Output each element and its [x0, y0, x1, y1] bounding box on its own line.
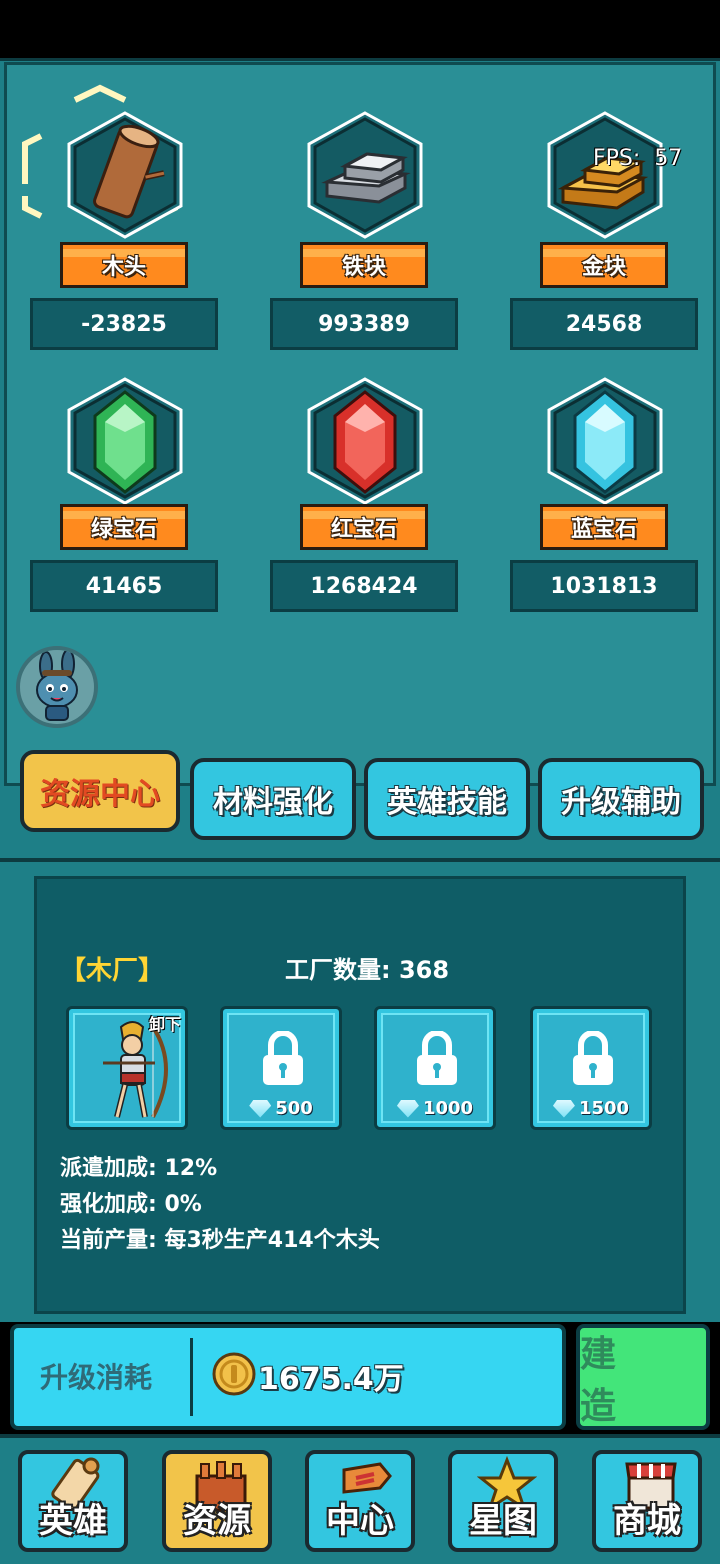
- nav-heroes[interactable]: 英雄: [18, 1450, 128, 1552]
- resource-name-badge: 蓝宝石: [540, 504, 668, 550]
- resource-name-badge: 绿宝石: [60, 504, 188, 550]
- resource-name-badge: 红宝石: [300, 504, 428, 550]
- game-screen: 木头 -23825 铁块 993389 金块 24568 FPS: 57 绿宝石…: [0, 0, 720, 1564]
- resource-amount: 1268424: [270, 560, 458, 612]
- tab-resource-center[interactable]: 资源中心: [20, 750, 180, 832]
- resource-iron[interactable]: 铁块 993389: [270, 84, 460, 350]
- unlock-cost: 500: [223, 1098, 339, 1119]
- diamond-icon: [552, 1099, 575, 1118]
- locked-slot[interactable]: 500: [220, 1006, 342, 1130]
- tab-material-enhance[interactable]: 材料强化: [190, 758, 356, 840]
- diamond-icon: [249, 1099, 272, 1118]
- build-button[interactable]: 建 造: [576, 1324, 710, 1430]
- ruby-icon: [305, 376, 425, 516]
- factory-count: 工厂数量: 368: [285, 956, 450, 984]
- resource-amount: 24568: [510, 298, 698, 350]
- nav-center[interactable]: 中心: [305, 1450, 415, 1552]
- tab-upgrade-assist[interactable]: 升级辅助: [538, 758, 704, 840]
- resource-amount: 41465: [30, 560, 218, 612]
- fps-counter: FPS: 57: [593, 146, 683, 171]
- resource-amount: -23825: [30, 298, 218, 350]
- locked-slot[interactable]: 1500: [530, 1006, 652, 1130]
- sapphire-icon: [545, 376, 665, 516]
- unlock-cost: 1500: [533, 1098, 649, 1119]
- nav-shop[interactable]: 商城: [592, 1450, 702, 1552]
- assistant-avatar[interactable]: [16, 646, 98, 728]
- stat-current-output: 当前产量: 每3秒生产414个木头: [60, 1228, 380, 1253]
- resource-name-badge: 铁块: [300, 242, 428, 288]
- resource-amount: 993389: [270, 298, 458, 350]
- iron-ingot-icon: [305, 110, 425, 250]
- locked-slot[interactable]: 1000: [374, 1006, 496, 1130]
- lock-icon: [417, 1031, 457, 1085]
- lock-icon: [263, 1031, 303, 1085]
- nav-resources[interactable]: 资源: [162, 1450, 272, 1552]
- upgrade-cost-label: 升级消耗: [40, 1361, 153, 1394]
- gold-ingot-icon: [545, 110, 665, 250]
- resource-emerald[interactable]: 绿宝石 41465: [30, 376, 220, 616]
- upgrade-cost-value: 1675.4万: [258, 1362, 404, 1397]
- factory-title: 【木厂】: [60, 956, 165, 986]
- lock-icon: [573, 1031, 613, 1085]
- resource-ruby[interactable]: 红宝石 1268424: [270, 376, 460, 616]
- divider: [190, 1338, 193, 1416]
- wood-log-icon: [65, 110, 185, 250]
- resource-wood[interactable]: 木头 -23825: [22, 84, 220, 350]
- status-bar: [0, 0, 720, 58]
- unequip-button[interactable]: 卸下: [149, 1011, 181, 1035]
- stat-dispatch-bonus: 派遣加成: 12%: [60, 1156, 218, 1181]
- resource-name-badge: 金块: [540, 242, 668, 288]
- resource-gold[interactable]: 金块 24568: [510, 84, 700, 350]
- hero-slot[interactable]: 卸下: [66, 1006, 188, 1130]
- nav-star-map[interactable]: 星图: [448, 1450, 558, 1552]
- tab-hero-skills[interactable]: 英雄技能: [364, 758, 530, 840]
- unlock-cost: 1000: [377, 1098, 493, 1119]
- emerald-icon: [65, 376, 185, 516]
- stat-enhance-bonus: 强化加成: 0%: [60, 1192, 202, 1217]
- diamond-icon: [396, 1099, 419, 1118]
- resource-amount: 1031813: [510, 560, 698, 612]
- gold-coin-icon: [212, 1352, 256, 1396]
- rabbit-mascot-icon: [36, 650, 78, 721]
- resource-name-badge: 木头: [60, 242, 188, 288]
- resource-sapphire[interactable]: 蓝宝石 1031813: [510, 376, 700, 616]
